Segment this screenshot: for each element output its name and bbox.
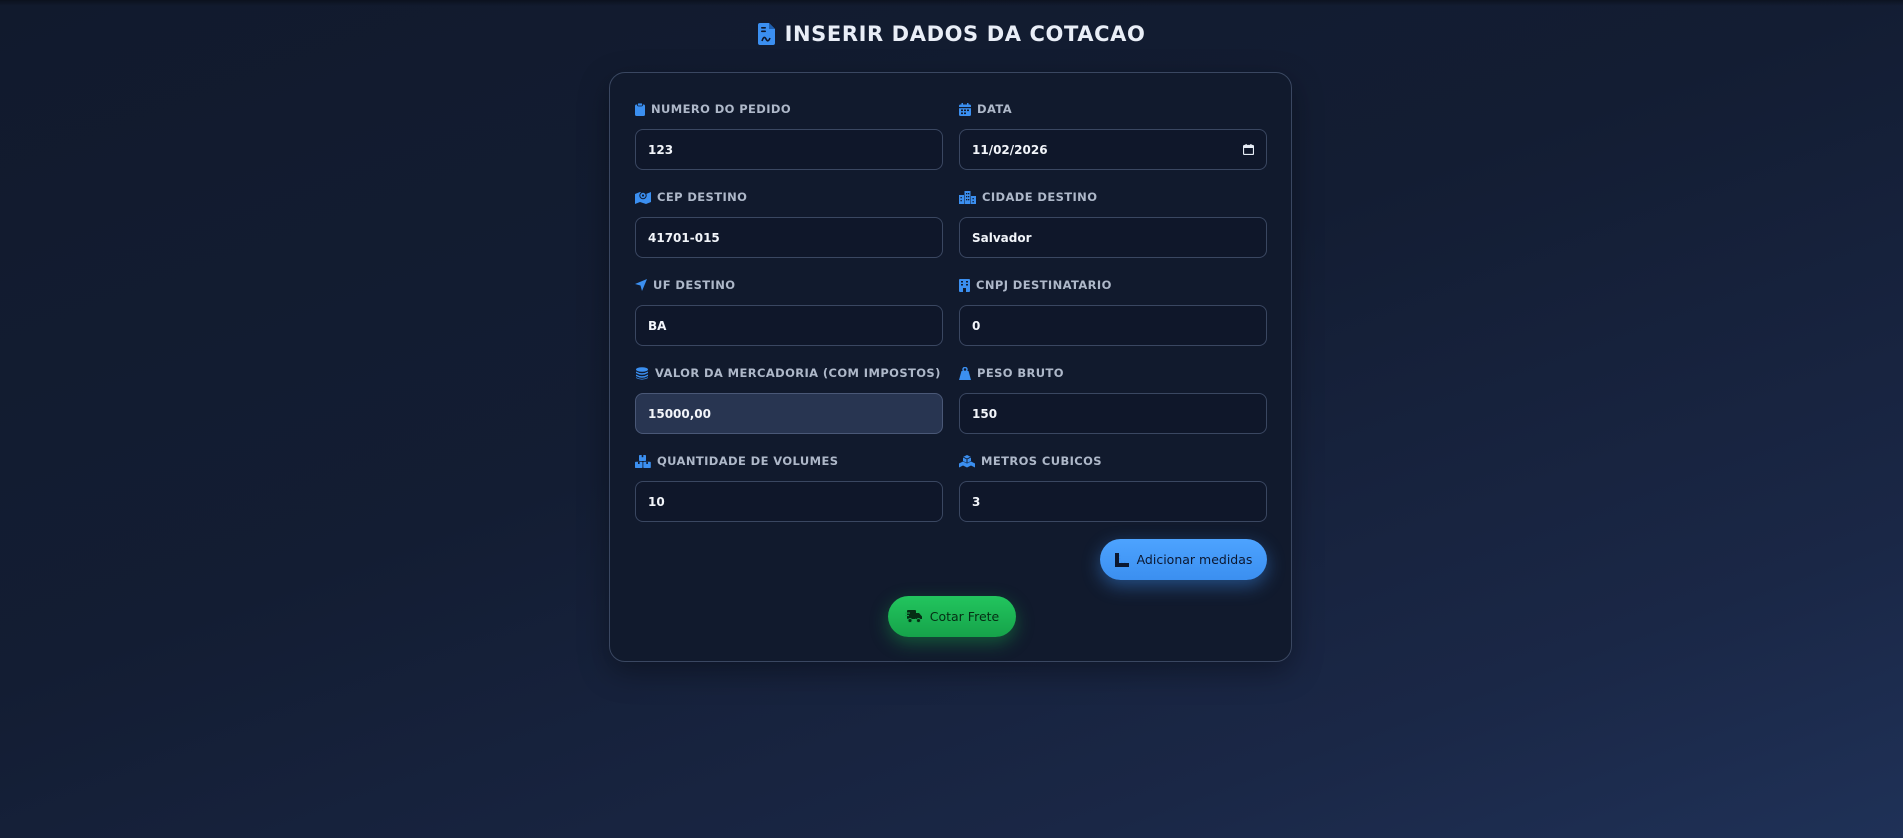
field-label: CIDADE DESTINO bbox=[959, 189, 1267, 205]
page-title: INSERIR DADOS DA COTACAO bbox=[784, 22, 1146, 46]
field-label: UF DESTINO bbox=[635, 277, 943, 293]
building-icon bbox=[959, 278, 970, 292]
date-picker-icon[interactable] bbox=[1243, 144, 1254, 155]
coins-icon bbox=[635, 366, 649, 380]
cubes-icon bbox=[959, 454, 975, 468]
field-peso-bruto: PESO BRUTO 150 bbox=[959, 365, 1267, 453]
field-label: DATA bbox=[959, 101, 1267, 117]
map-location-icon bbox=[635, 191, 651, 204]
quantidade-volumes-input[interactable]: 10 bbox=[635, 481, 943, 522]
field-metros-cubicos: METROS CUBICOS 3 bbox=[959, 453, 1267, 541]
field-valor-mercadoria: VALOR DA MERCADORIA (COM IMPOSTOS) 15000… bbox=[635, 365, 943, 453]
form-grid: NUMERO DO PEDIDO 123 DATA 11/02/2026 CEP… bbox=[635, 101, 1267, 541]
peso-bruto-input[interactable]: 150 bbox=[959, 393, 1267, 434]
weight-icon bbox=[959, 366, 971, 380]
boxes-icon bbox=[635, 454, 651, 468]
field-label: CNPJ DESTINATARIO bbox=[959, 277, 1267, 293]
field-label: QUANTIDADE DE VOLUMES bbox=[635, 453, 943, 469]
field-label: METROS CUBICOS bbox=[959, 453, 1267, 469]
calendar-icon bbox=[959, 102, 971, 116]
field-numero-pedido: NUMERO DO PEDIDO 123 bbox=[635, 101, 943, 189]
field-label: VALOR DA MERCADORIA (COM IMPOSTOS) bbox=[635, 365, 943, 381]
page-header: INSERIR DADOS DA COTACAO bbox=[0, 22, 1903, 46]
file-invoice-icon bbox=[757, 23, 775, 45]
truck-fast-icon bbox=[904, 610, 922, 623]
valor-mercadoria-input[interactable]: 15000,00 bbox=[635, 393, 943, 434]
clipboard-icon bbox=[635, 102, 645, 116]
metros-cubicos-input[interactable]: 3 bbox=[959, 481, 1267, 522]
city-icon bbox=[959, 190, 976, 204]
field-cnpj-destinatario: CNPJ DESTINATARIO 0 bbox=[959, 277, 1267, 365]
numero-pedido-input[interactable]: 123 bbox=[635, 129, 943, 170]
field-quantidade-volumes: QUANTIDADE DE VOLUMES 10 bbox=[635, 453, 943, 541]
uf-destino-input[interactable]: BA bbox=[635, 305, 943, 346]
field-cep-destino: CEP DESTINO 41701-015 bbox=[635, 189, 943, 277]
adicionar-medidas-button[interactable]: Adicionar medidas bbox=[1100, 539, 1267, 580]
field-label: NUMERO DO PEDIDO bbox=[635, 101, 943, 117]
quotation-form-card: NUMERO DO PEDIDO 123 DATA 11/02/2026 CEP… bbox=[609, 72, 1292, 662]
ruler-combined-icon bbox=[1114, 552, 1129, 567]
field-label: PESO BRUTO bbox=[959, 365, 1267, 381]
field-uf-destino: UF DESTINO BA bbox=[635, 277, 943, 365]
field-cidade-destino: CIDADE DESTINO Salvador bbox=[959, 189, 1267, 277]
location-arrow-icon bbox=[635, 279, 647, 291]
cep-destino-input[interactable]: 41701-015 bbox=[635, 217, 943, 258]
cotar-frete-button[interactable]: Cotar Frete bbox=[888, 596, 1016, 637]
cnpj-destinatario-input[interactable]: 0 bbox=[959, 305, 1267, 346]
cidade-destino-input[interactable]: Salvador bbox=[959, 217, 1267, 258]
top-shadow bbox=[0, 0, 1903, 6]
field-data: DATA 11/02/2026 bbox=[959, 101, 1267, 189]
field-label: CEP DESTINO bbox=[635, 189, 943, 205]
data-date-input[interactable]: 11/02/2026 bbox=[959, 129, 1267, 170]
